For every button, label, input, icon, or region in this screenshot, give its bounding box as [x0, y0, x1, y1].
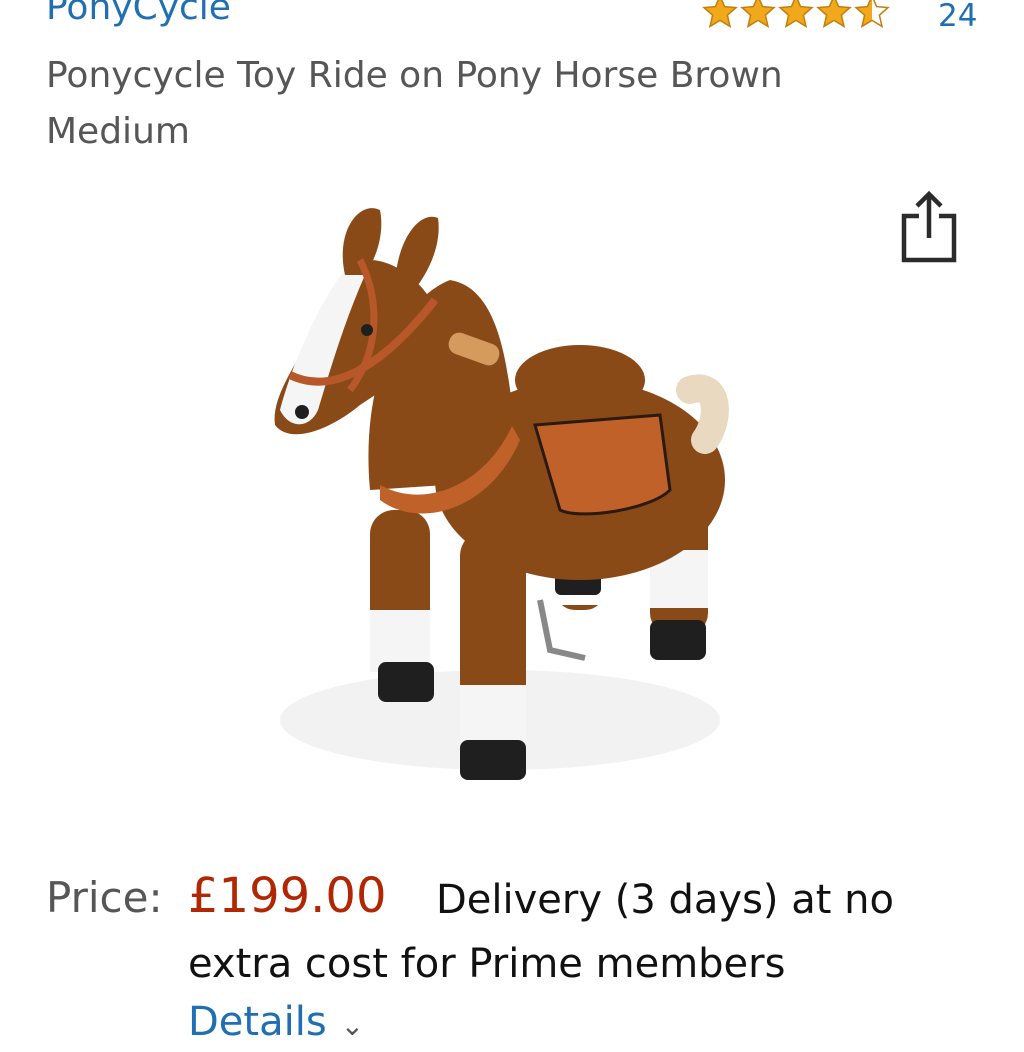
star-icon [817, 0, 851, 28]
price-label: Price: [46, 873, 163, 922]
chevron-down-icon[interactable]: ⌄ [341, 1009, 364, 1042]
half-star-icon [855, 0, 889, 28]
rating-stars[interactable] [702, 0, 896, 30]
product-title: Ponycycle Toy Ride on Pony Horse Brown M… [46, 55, 783, 152]
star-icon [741, 0, 775, 28]
pony-toy-image[interactable] [250, 180, 770, 820]
details-label[interactable]: Details [188, 999, 327, 1045]
price-value: £199.00 [188, 868, 387, 924]
details-link[interactable]: Details ⌄ [188, 996, 364, 1052]
share-icon[interactable] [898, 190, 960, 266]
rating-count-link[interactable]: 24 [938, 0, 977, 36]
star-icon [779, 0, 813, 28]
star-icon [703, 0, 737, 28]
brand-link[interactable]: PonyCycle [46, 0, 231, 30]
